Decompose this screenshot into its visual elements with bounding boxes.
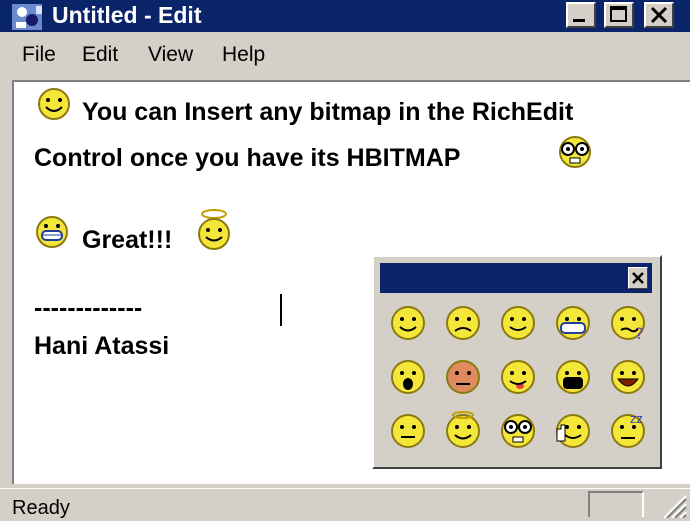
wave-emoticon-icon bbox=[556, 414, 590, 448]
menu-bar: File Edit View Help bbox=[0, 34, 690, 76]
confused-emoticon-button[interactable]: ? bbox=[608, 303, 648, 343]
title-bar[interactable]: Untitled - Edit bbox=[0, 0, 690, 32]
svg-text:zz: zz bbox=[630, 412, 643, 426]
mask-emoticon-icon bbox=[556, 306, 590, 340]
neutral-emoticon-button[interactable] bbox=[388, 411, 428, 451]
nerd-emoticon-icon bbox=[501, 414, 535, 448]
menu-edit[interactable]: Edit bbox=[82, 40, 118, 70]
angel-emoticon-icon bbox=[198, 209, 230, 250]
angry-emoticon-button[interactable] bbox=[443, 357, 483, 397]
sad-emoticon-icon bbox=[446, 306, 480, 340]
edit-window: Untitled - Edit File Edit View Help You … bbox=[0, 0, 690, 519]
angel-emoticon-button[interactable] bbox=[443, 411, 483, 451]
sleepy-emoticon-icon: zz bbox=[611, 412, 645, 448]
laugh-emoticon-icon bbox=[611, 360, 645, 394]
confused-emoticon-icon: ? bbox=[611, 306, 645, 343]
close-icon bbox=[650, 6, 668, 24]
smile-emoticon-button[interactable] bbox=[388, 303, 428, 343]
status-pane bbox=[588, 491, 644, 517]
mask-emoticon-button[interactable] bbox=[553, 303, 593, 343]
shout-emoticon-icon bbox=[556, 360, 590, 394]
doc-line-2: Control once you have its HBITMAP bbox=[34, 144, 461, 172]
status-bar: Ready bbox=[0, 488, 690, 519]
tongue-emoticon-button[interactable] bbox=[498, 357, 538, 397]
emoticon-palette[interactable]: ? zz bbox=[372, 255, 662, 469]
angel-emoticon-icon bbox=[446, 411, 480, 448]
palette-title-bar[interactable] bbox=[380, 263, 652, 293]
maximize-icon bbox=[610, 6, 627, 22]
sad-emoticon-button[interactable] bbox=[443, 303, 483, 343]
surprised-emoticon-button[interactable] bbox=[388, 357, 428, 397]
laugh-emoticon-button[interactable] bbox=[608, 357, 648, 397]
smile-emoticon-icon bbox=[38, 88, 70, 120]
nerd-emoticon-icon bbox=[559, 136, 591, 168]
doc-line-3: Great!!! bbox=[82, 226, 173, 254]
sleepy-emoticon-button[interactable]: zz bbox=[608, 411, 648, 451]
status-text: Ready bbox=[12, 497, 70, 519]
smile-emoticon-icon bbox=[391, 306, 425, 340]
palette-close-button[interactable] bbox=[628, 267, 648, 289]
surprised-emoticon-icon bbox=[391, 360, 425, 394]
minimize-button[interactable] bbox=[566, 2, 596, 28]
menu-file[interactable]: File bbox=[22, 40, 56, 70]
grin-emoticon-icon bbox=[36, 216, 68, 248]
close-icon bbox=[632, 272, 644, 284]
doc-line-1: You can Insert any bitmap in the RichEdi… bbox=[82, 98, 574, 126]
text-caret bbox=[280, 294, 282, 326]
menu-view[interactable]: View bbox=[148, 40, 193, 70]
neutral-emoticon-icon bbox=[391, 414, 425, 448]
app-icon[interactable] bbox=[10, 2, 50, 32]
shout-emoticon-button[interactable] bbox=[553, 357, 593, 397]
angry-emoticon-icon bbox=[446, 360, 480, 394]
wink-emoticon-icon bbox=[501, 306, 535, 340]
window-title: Untitled - Edit bbox=[52, 2, 202, 28]
doc-line-4: ------------- bbox=[34, 294, 143, 322]
minimize-icon bbox=[573, 19, 585, 22]
tongue-emoticon-icon bbox=[501, 360, 535, 394]
menu-help[interactable]: Help bbox=[222, 40, 265, 70]
wave-emoticon-button[interactable] bbox=[553, 411, 593, 451]
resize-grip-icon[interactable] bbox=[652, 490, 688, 518]
wink-emoticon-button[interactable] bbox=[498, 303, 538, 343]
emoticon-grid: ? zz bbox=[388, 303, 650, 459]
close-button[interactable] bbox=[644, 2, 674, 28]
doc-line-5: Hani Atassi bbox=[34, 332, 170, 360]
nerd-emoticon-button[interactable] bbox=[498, 411, 538, 451]
maximize-button[interactable] bbox=[604, 2, 634, 28]
svg-text:?: ? bbox=[635, 324, 644, 343]
